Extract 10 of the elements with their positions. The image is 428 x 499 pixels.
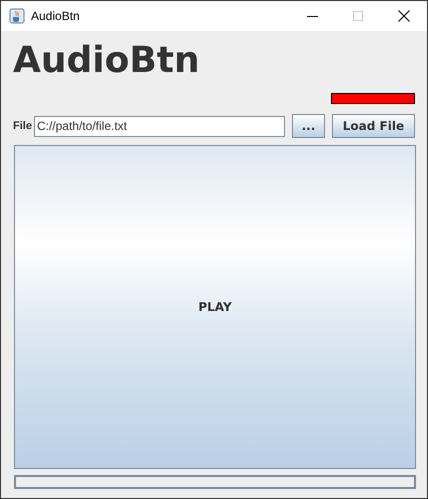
coffee-cup-icon [9, 8, 25, 24]
browse-button[interactable]: ... [292, 114, 325, 138]
file-label: File [13, 118, 32, 134]
close-icon [398, 10, 410, 22]
app-heading: AudioBtn [13, 43, 200, 79]
file-path-field[interactable]: C://path/to/file.txt [34, 116, 285, 136]
load-file-button[interactable]: Load File [332, 114, 415, 138]
maximize-icon [353, 11, 363, 21]
window-title: AudioBtn [31, 8, 80, 25]
play-button[interactable]: PLAY [14, 145, 416, 469]
